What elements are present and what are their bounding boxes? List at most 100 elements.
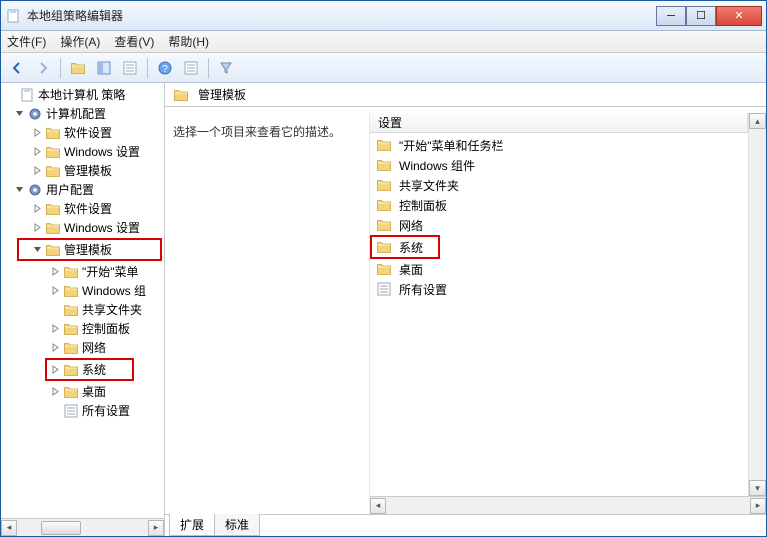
scroll-track[interactable] (749, 129, 766, 480)
close-button[interactable]: ✕ (716, 6, 762, 26)
twisty-closed-icon[interactable] (47, 365, 63, 374)
console-tree[interactable]: 本地计算机 策略 计算机配置 软件设置 Windows 设置 (1, 83, 164, 518)
tree-item[interactable]: 所有设置 (1, 401, 164, 420)
tree-label: 软件设置 (64, 124, 112, 141)
folder-icon (376, 239, 392, 255)
tree-label: Windows 组 (82, 282, 146, 299)
twisty-closed-icon[interactable] (47, 324, 63, 333)
list-label: 系统 (399, 239, 423, 256)
tree-h-scrollbar[interactable]: ◂ ▸ (1, 518, 164, 536)
details-title: 管理模板 (198, 86, 246, 103)
folder-icon (45, 220, 61, 236)
twisty-closed-icon[interactable] (47, 286, 63, 295)
tree-item[interactable]: "开始"菜单 (1, 262, 164, 281)
show-hide-tree-button[interactable] (92, 56, 116, 80)
tree-item[interactable]: 软件设置 (1, 123, 164, 142)
back-button[interactable] (5, 56, 29, 80)
folder-icon (376, 197, 392, 213)
folder-icon (376, 261, 392, 277)
tab-extended[interactable]: 扩展 (169, 514, 215, 536)
folder-icon (45, 144, 61, 160)
scroll-up-button[interactable]: ▴ (749, 113, 766, 129)
twisty-closed-icon[interactable] (47, 343, 63, 352)
list-item-control[interactable]: 控制面板 (370, 195, 748, 215)
tree-label: 控制面板 (82, 320, 130, 337)
menu-file[interactable]: 文件(F) (7, 33, 46, 50)
twisty-closed-icon[interactable] (47, 267, 63, 276)
tree-user-config[interactable]: 用户配置 (1, 180, 164, 199)
twisty-open-icon[interactable] (29, 245, 45, 254)
tree-item[interactable]: Windows 设置 (1, 218, 164, 237)
tree-item[interactable]: 桌面 (1, 382, 164, 401)
tree-item[interactable]: Windows 设置 (1, 142, 164, 161)
list-item-start[interactable]: "开始"菜单和任务栏 (370, 135, 748, 155)
menu-help[interactable]: 帮助(H) (168, 33, 209, 50)
folder-icon (45, 163, 61, 179)
tree-root[interactable]: 本地计算机 策略 (1, 85, 164, 104)
tree-label: Windows 设置 (64, 143, 140, 160)
list-label: 桌面 (399, 261, 423, 278)
twisty-closed-icon[interactable] (29, 204, 45, 213)
scroll-left-button[interactable]: ◂ (370, 498, 386, 514)
folder-icon (63, 362, 79, 378)
tab-standard[interactable]: 标准 (214, 514, 260, 536)
settings-list-pane: 设置 "开始"菜单和任务栏 Windows 组件 共享文件夹 控制面板 网络 系… (370, 113, 766, 514)
scroll-left-button[interactable]: ◂ (1, 520, 17, 536)
list-item-all[interactable]: 所有设置 (370, 279, 748, 299)
tree-item[interactable]: 共享文件夹 (1, 300, 164, 319)
twisty-closed-icon[interactable] (47, 387, 63, 396)
menu-view[interactable]: 查看(V) (114, 33, 154, 50)
tree-label: 管理模板 (64, 162, 112, 179)
twisty-closed-icon[interactable] (29, 166, 45, 175)
tree-item[interactable]: Windows 组 (1, 281, 164, 300)
list-item-desktop[interactable]: 桌面 (370, 259, 748, 279)
app-icon (5, 8, 21, 24)
folder-icon (63, 264, 79, 280)
content-area: 本地计算机 策略 计算机配置 软件设置 Windows 设置 (1, 83, 766, 536)
scroll-track[interactable] (386, 498, 750, 514)
folder-icon (63, 283, 79, 299)
list-h-scrollbar[interactable]: ◂ ▸ (370, 496, 766, 514)
tree-admin-templates[interactable]: 管理模板 (19, 240, 160, 259)
export-button[interactable] (118, 56, 142, 80)
scroll-down-button[interactable]: ▾ (749, 480, 766, 496)
list-item-system[interactable]: 系统 (372, 237, 438, 257)
tree-item[interactable]: 网络 (1, 338, 164, 357)
maximize-button[interactable]: ☐ (686, 6, 716, 26)
scroll-right-button[interactable]: ▸ (148, 520, 164, 536)
filter-button[interactable] (214, 56, 238, 80)
forward-button[interactable] (31, 56, 55, 80)
separator (208, 58, 209, 78)
tree-item[interactable]: 控制面板 (1, 319, 164, 338)
twisty-closed-icon[interactable] (29, 128, 45, 137)
twisty-open-icon[interactable] (11, 185, 27, 194)
tree-item[interactable]: 管理模板 (1, 161, 164, 180)
twisty-open-icon[interactable] (11, 109, 27, 118)
twisty-closed-icon[interactable] (29, 147, 45, 156)
list-item-net[interactable]: 网络 (370, 215, 748, 235)
scroll-thumb[interactable] (41, 521, 81, 535)
tree-label: 系统 (82, 361, 106, 378)
tree-system[interactable]: 系统 (47, 360, 132, 379)
tree-computer-config[interactable]: 计算机配置 (1, 104, 164, 123)
scroll-track[interactable] (17, 520, 148, 536)
scroll-right-button[interactable]: ▸ (750, 498, 766, 514)
folder-icon (173, 87, 189, 103)
list-item-wincomp[interactable]: Windows 组件 (370, 155, 748, 175)
help-button[interactable]: ? (153, 56, 177, 80)
column-settings[interactable]: 设置 (370, 113, 748, 132)
window-title: 本地组策略编辑器 (27, 7, 656, 24)
titlebar[interactable]: 本地组策略编辑器 ─ ☐ ✕ (1, 1, 766, 31)
list-item-share[interactable]: 共享文件夹 (370, 175, 748, 195)
properties-button[interactable] (179, 56, 203, 80)
tree-item[interactable]: 软件设置 (1, 199, 164, 218)
list-v-scrollbar[interactable]: ▴ ▾ (748, 113, 766, 496)
up-button[interactable] (66, 56, 90, 80)
settings-list[interactable]: "开始"菜单和任务栏 Windows 组件 共享文件夹 控制面板 网络 系统 桌… (370, 133, 748, 496)
menu-action[interactable]: 操作(A) (60, 33, 100, 50)
twisty-closed-icon[interactable] (29, 223, 45, 232)
list-header[interactable]: 设置 (370, 113, 748, 133)
folder-icon (376, 157, 392, 173)
minimize-button[interactable]: ─ (656, 6, 686, 26)
highlight-system: 系统 (45, 358, 134, 381)
